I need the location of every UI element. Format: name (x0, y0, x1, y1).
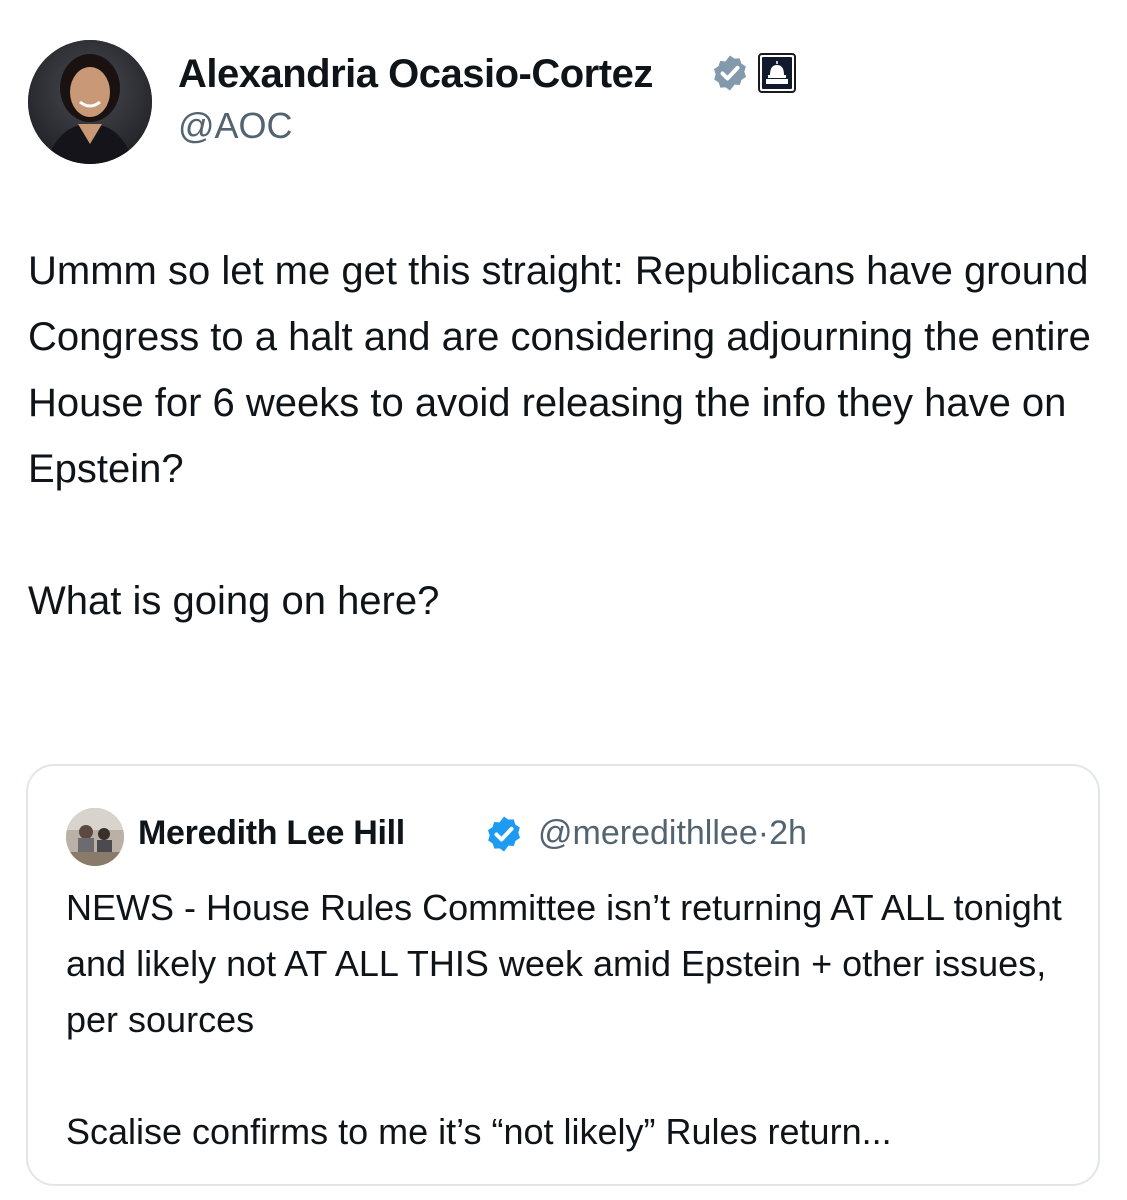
meta-separator: · (757, 814, 770, 852)
quoted-post-text: NEWS - House Rules Committee isn’t retur… (66, 880, 1076, 1160)
quoted-author-avatar[interactable] (66, 808, 124, 866)
quoted-post-paragraph: Scalise confirms to me it’s “not likely”… (66, 1111, 892, 1152)
capitol-dome-icon[interactable] (758, 52, 796, 98)
author-handle[interactable]: @AOC (178, 104, 293, 148)
tweet: Alexandria Ocasio-Cortez @AOC Ummm so le… (0, 0, 1127, 1200)
author-display-name[interactable]: Alexandria Ocasio-Cortez (178, 50, 653, 98)
quoted-author-handle[interactable]: @meredithllee (538, 814, 758, 852)
author-avatar[interactable] (28, 40, 152, 164)
post-text: Ummm so let me get this straight: Republ… (28, 238, 1098, 634)
quoted-post-paragraph: NEWS - House Rules Committee isn’t retur… (66, 887, 1062, 1040)
quoted-author-display-name[interactable]: Meredith Lee Hill (138, 812, 405, 854)
author-badges (710, 52, 796, 98)
quoted-post-meta: @meredithllee·2h (538, 812, 807, 854)
post-paragraph: What is going on here? (28, 579, 440, 623)
quoted-post-time[interactable]: 2h (769, 814, 807, 852)
post-paragraph: Ummm so let me get this straight: Republ… (28, 249, 1091, 491)
verified-badge-icon[interactable] (710, 53, 750, 98)
quoted-post-card[interactable]: Meredith Lee Hill @meredithllee·2h NEWS … (26, 764, 1100, 1186)
verified-badge-icon[interactable] (484, 814, 524, 854)
